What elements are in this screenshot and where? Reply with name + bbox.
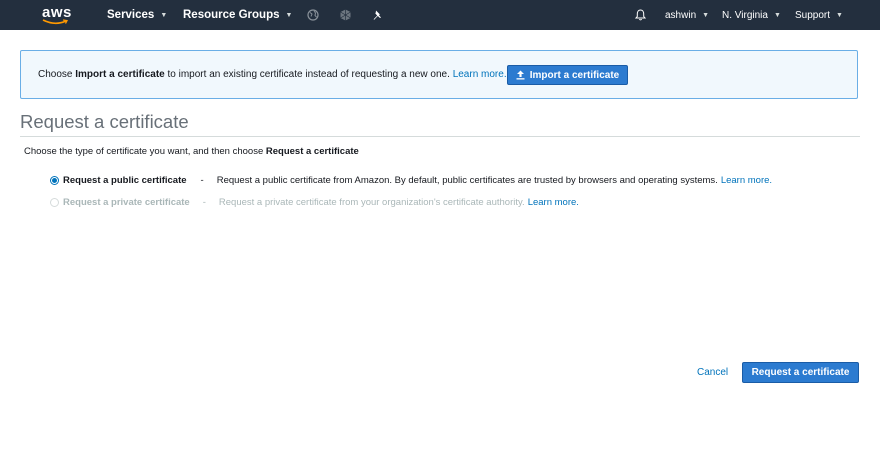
banner-learn-more-link[interactable]: Learn more. bbox=[453, 69, 507, 80]
import-info-banner: Choose Import a certificate to import an… bbox=[20, 50, 858, 99]
banner-text-bold: Import a certificate bbox=[75, 69, 165, 80]
banner-text-prefix: Choose bbox=[38, 69, 76, 80]
user-name: ashwin bbox=[665, 9, 697, 21]
page-subtitle: Choose the type of certificate you want,… bbox=[24, 146, 359, 157]
support-menu[interactable]: Support ▼ bbox=[795, 0, 843, 30]
option-public-label: Request a public certificate bbox=[63, 174, 187, 186]
resource-groups-label: Resource Groups bbox=[183, 9, 280, 21]
option-private-dash: - bbox=[202, 196, 206, 208]
chevron-down-icon: ▼ bbox=[702, 11, 710, 19]
resource-groups-menu[interactable]: Resource Groups ▼ bbox=[183, 0, 292, 30]
option-private-description: Request a private certificate from your … bbox=[218, 196, 525, 208]
aws-logo-text: aws bbox=[42, 4, 72, 21]
services-menu[interactable]: Services ▼ bbox=[107, 0, 167, 30]
option-public-dash: - bbox=[200, 174, 204, 186]
option-public-certificate[interactable]: Request a public certificate - Request a… bbox=[50, 173, 772, 187]
globe-icon-svg bbox=[307, 9, 319, 21]
upload-icon bbox=[516, 70, 525, 80]
globe-icon[interactable] bbox=[307, 0, 319, 30]
top-nav: aws Services ▼ Resource Groups ▼ ashwin … bbox=[0, 0, 880, 30]
option-private-label: Request a private certificate bbox=[63, 196, 190, 208]
cube-icon-svg bbox=[340, 9, 351, 21]
pin-icon[interactable] bbox=[373, 0, 383, 30]
region-name: N. Virginia bbox=[722, 9, 768, 21]
support-label: Support bbox=[795, 9, 831, 21]
option-public-learn-more-link[interactable]: Learn more. bbox=[721, 175, 772, 186]
banner-text-suffix: to import an existing certificate instea… bbox=[164, 69, 453, 80]
aws-logo[interactable]: aws bbox=[42, 2, 72, 28]
user-menu[interactable]: ashwin ▼ bbox=[665, 0, 709, 30]
cube-icon[interactable] bbox=[340, 0, 351, 30]
radio-private-certificate bbox=[50, 197, 59, 207]
import-certificate-button[interactable]: Import a certificate bbox=[507, 65, 628, 85]
option-private-certificate: Request a private certificate - Request … bbox=[50, 195, 579, 209]
option-private-learn-more-link[interactable]: Learn more. bbox=[528, 197, 579, 208]
title-divider bbox=[20, 136, 860, 137]
bell-icon[interactable] bbox=[635, 0, 646, 30]
banner-message: Choose Import a certificate to import an… bbox=[38, 69, 507, 80]
request-certificate-button[interactable]: Request a certificate bbox=[742, 362, 859, 383]
option-public-description: Request a public certificate from Amazon… bbox=[216, 174, 718, 186]
bell-icon-svg bbox=[635, 9, 646, 21]
pin-icon-svg bbox=[373, 10, 381, 20]
chevron-down-icon: ▼ bbox=[285, 11, 293, 19]
radio-selected-dot bbox=[52, 177, 57, 183]
page-title: Request a certificate bbox=[20, 111, 189, 132]
subtitle-prefix: Choose the type of certificate you want,… bbox=[24, 146, 266, 157]
services-label: Services bbox=[107, 9, 155, 21]
radio-public-certificate[interactable] bbox=[50, 175, 59, 185]
region-menu[interactable]: N. Virginia ▼ bbox=[722, 0, 781, 30]
cancel-link[interactable]: Cancel bbox=[697, 367, 728, 378]
aws-smile-icon bbox=[42, 19, 68, 25]
subtitle-bold: Request a certificate bbox=[265, 146, 359, 157]
chevron-down-icon: ▼ bbox=[836, 11, 843, 19]
chevron-down-icon: ▼ bbox=[160, 11, 168, 19]
chevron-down-icon: ▼ bbox=[773, 11, 781, 19]
import-certificate-label: Import a certificate bbox=[529, 69, 620, 81]
